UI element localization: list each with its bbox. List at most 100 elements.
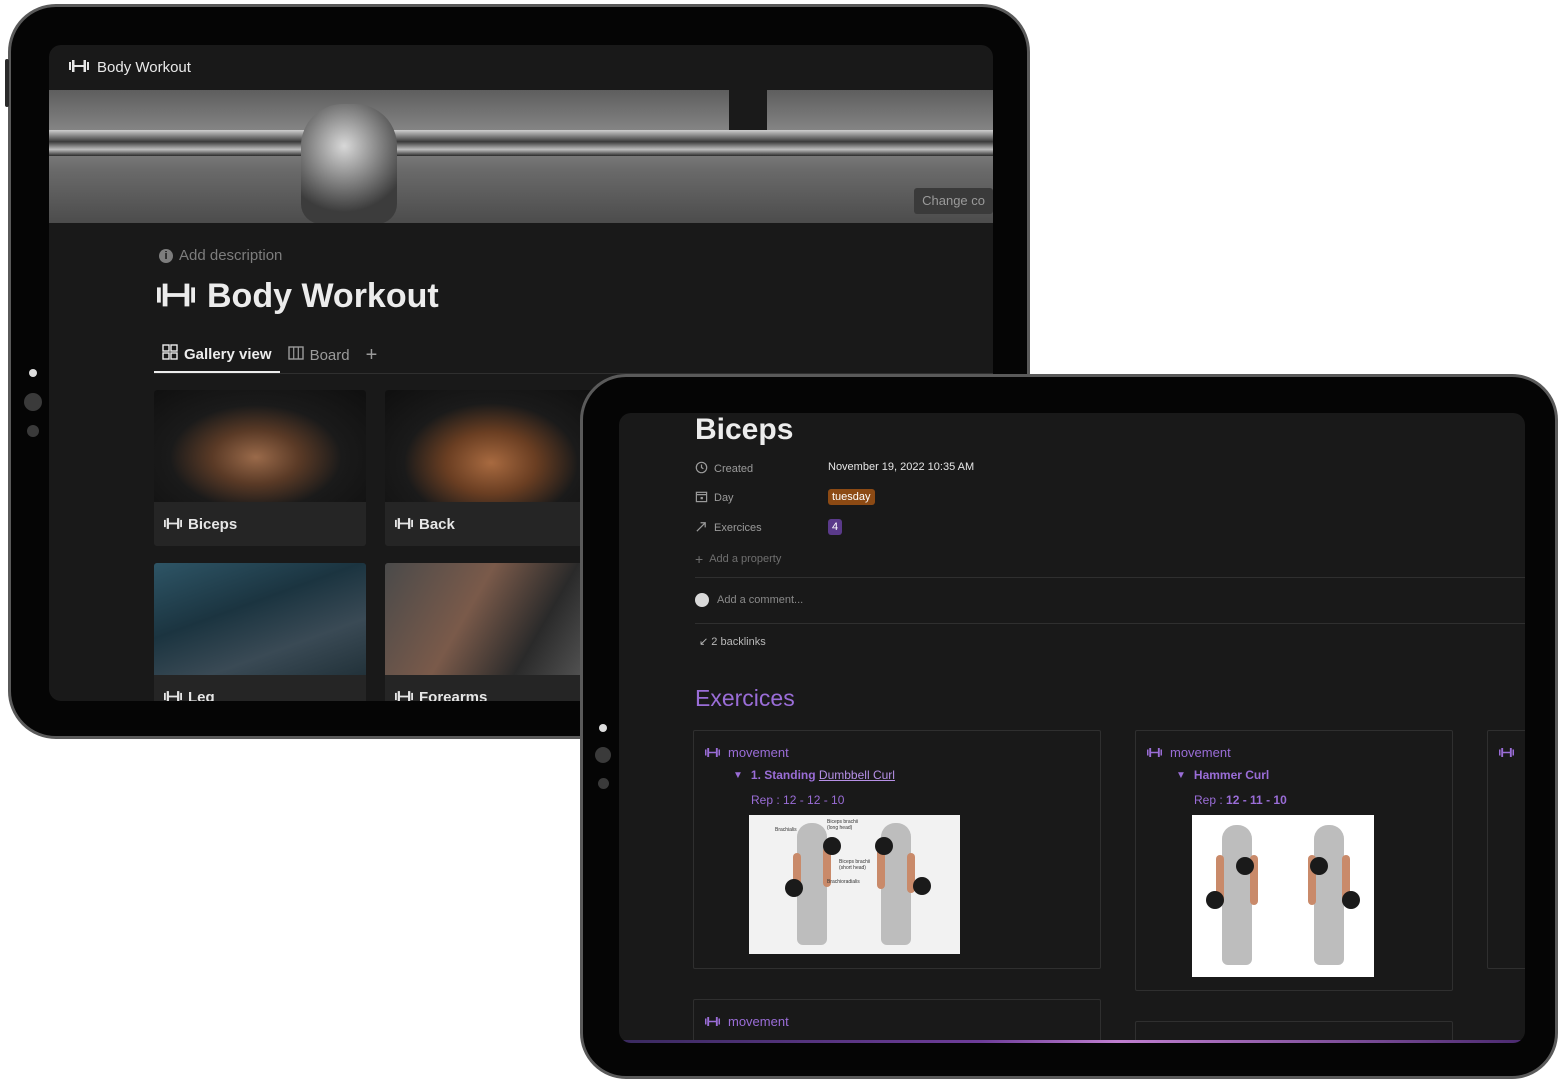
card-cover-image — [154, 390, 366, 502]
breadcrumb-title[interactable]: Body Workout — [97, 59, 191, 76]
tab-gallery-label: Gallery view — [184, 345, 272, 363]
add-property-label: Add a property — [709, 553, 782, 565]
gallery-card-biceps[interactable]: Biceps — [154, 390, 366, 546]
toggle-hammer-curl[interactable]: ▼ Hammer Curl — [1176, 768, 1269, 782]
property-day[interactable]: Day — [695, 490, 734, 506]
movement-label: movement — [728, 1014, 789, 1029]
dumbbell-shape — [1310, 857, 1328, 875]
rep-text: Rep : 12 - 12 - 10 — [751, 793, 845, 807]
card-title: Leg — [154, 675, 366, 701]
page-title[interactable]: Body Workout — [157, 277, 439, 316]
section-heading[interactable]: Exercices — [695, 685, 795, 712]
card-title: Back — [385, 502, 597, 546]
add-description-label: Add description — [179, 247, 283, 264]
add-comment-field[interactable]: Add a comment... — [695, 593, 803, 607]
sensor-dot — [598, 778, 609, 789]
toggle-title: Hammer Curl — [1193, 768, 1270, 782]
toggle-standing-dumbbell-curl[interactable]: ▼ 1. Standing Dumbbell Curl — [733, 768, 895, 782]
page-title[interactable]: Biceps — [695, 413, 793, 447]
backlinks-label: 2 backlinks — [711, 636, 766, 648]
backlinks-link[interactable]: ↙ 2 backlinks — [699, 635, 766, 648]
card-cover-image — [385, 390, 597, 502]
tablet-front: Biceps Created November 19, 2022 10:35 A… — [580, 374, 1558, 1079]
property-day-value[interactable]: tuesday — [828, 489, 875, 505]
camera-lens — [24, 393, 42, 411]
divider — [695, 577, 1525, 578]
toggle-link[interactable]: Dumbbell Curl — [819, 768, 895, 782]
rep-text: Rep : 12 - 11 - 10 — [1194, 793, 1287, 807]
figure-right — [1308, 825, 1350, 965]
add-view-button[interactable]: + — [358, 344, 378, 367]
dumbbell-shape — [823, 837, 841, 855]
dumbbell-icon — [164, 689, 182, 701]
dumbbell-icon — [164, 516, 182, 533]
toggle-triangle-icon: ▼ — [1176, 769, 1186, 781]
dumbbell-shape — [913, 877, 931, 895]
movement-tag-partial — [1499, 745, 1514, 760]
gallery-card-leg[interactable]: Leg — [154, 563, 366, 701]
add-property-button[interactable]: + Add a property — [695, 551, 781, 567]
property-name: Day — [714, 492, 734, 504]
add-description[interactable]: i Add description — [159, 247, 282, 264]
gallery-card-forearms[interactable]: Forearms — [385, 563, 597, 701]
dumbbell-icon — [157, 277, 195, 316]
camera-dot — [599, 724, 607, 732]
dumbbell-icon — [395, 516, 413, 533]
gallery-card-back[interactable]: Back — [385, 390, 597, 546]
gallery-icon — [162, 344, 178, 364]
diagram-label: Biceps brachii (short head) — [839, 859, 871, 871]
dumbbell-shape — [1206, 891, 1224, 909]
dumbbell-shape — [1236, 857, 1254, 875]
cover-image: Change co — [49, 90, 993, 223]
change-cover-button[interactable]: Change co — [914, 188, 993, 214]
diagram-label: Brachioradialis — [827, 879, 860, 885]
card-title: Biceps — [154, 502, 366, 546]
avatar — [695, 593, 709, 607]
dumbbell-shape — [875, 837, 893, 855]
dumbbell-icon — [69, 59, 89, 76]
tab-gallery-view[interactable]: Gallery view — [154, 337, 280, 373]
property-name: Exercices — [714, 522, 762, 534]
board-icon — [287, 345, 304, 365]
movement-tag: movement — [705, 745, 789, 760]
dumbbell-icon — [1147, 745, 1162, 760]
divider — [695, 623, 1525, 624]
property-name: Created — [714, 463, 754, 475]
bottom-gradient-strip — [619, 1040, 1525, 1043]
property-created-value: November 19, 2022 10:35 AM — [828, 461, 975, 473]
dumbbell-icon — [1499, 745, 1514, 760]
page-title-text: Body Workout — [207, 277, 439, 315]
notion-screen-biceps: Biceps Created November 19, 2022 10:35 A… — [619, 413, 1525, 1043]
rep-values: 12 - 11 - 10 — [1226, 793, 1287, 807]
card-title-text: Biceps — [188, 515, 238, 533]
cover-barbell — [49, 130, 993, 156]
card-title-text: Leg — [188, 688, 215, 702]
dumbbell-icon — [705, 745, 720, 760]
relation-count-tag: 4 — [828, 519, 843, 535]
cover-chain — [729, 90, 767, 134]
add-comment-placeholder: Add a comment... — [717, 594, 804, 606]
dumbbell-icon — [395, 689, 413, 701]
tab-board[interactable]: Board — [280, 337, 358, 373]
property-exercices[interactable]: Exercices — [695, 520, 762, 536]
diagram-label: Biceps brachii (long head) — [827, 819, 859, 831]
camera-lens — [595, 747, 611, 763]
property-created[interactable]: Created — [695, 461, 753, 477]
dumbbell-shape — [1342, 891, 1360, 909]
tab-board-label: Board — [309, 346, 350, 364]
property-exercices-value[interactable]: 4 — [828, 519, 843, 535]
calendar-icon — [695, 490, 708, 506]
figure-left — [1216, 825, 1258, 965]
card-title-text: Forearms — [419, 688, 488, 702]
arrow-down-left-icon: ↙ — [699, 636, 709, 648]
card-title-text: Back — [419, 515, 455, 533]
dumbbell-shape — [785, 879, 803, 897]
card-cover-image — [154, 563, 366, 675]
toggle-triangle-icon: ▼ — [733, 769, 743, 781]
plus-icon: + — [695, 551, 704, 567]
dumbbell-icon — [705, 1014, 720, 1029]
toggle-prefix: 1. Standing — [750, 768, 816, 782]
topbar: Body Workout — [49, 45, 993, 90]
cover-hand — [301, 104, 397, 223]
exercise-block-partial — [1487, 730, 1525, 969]
